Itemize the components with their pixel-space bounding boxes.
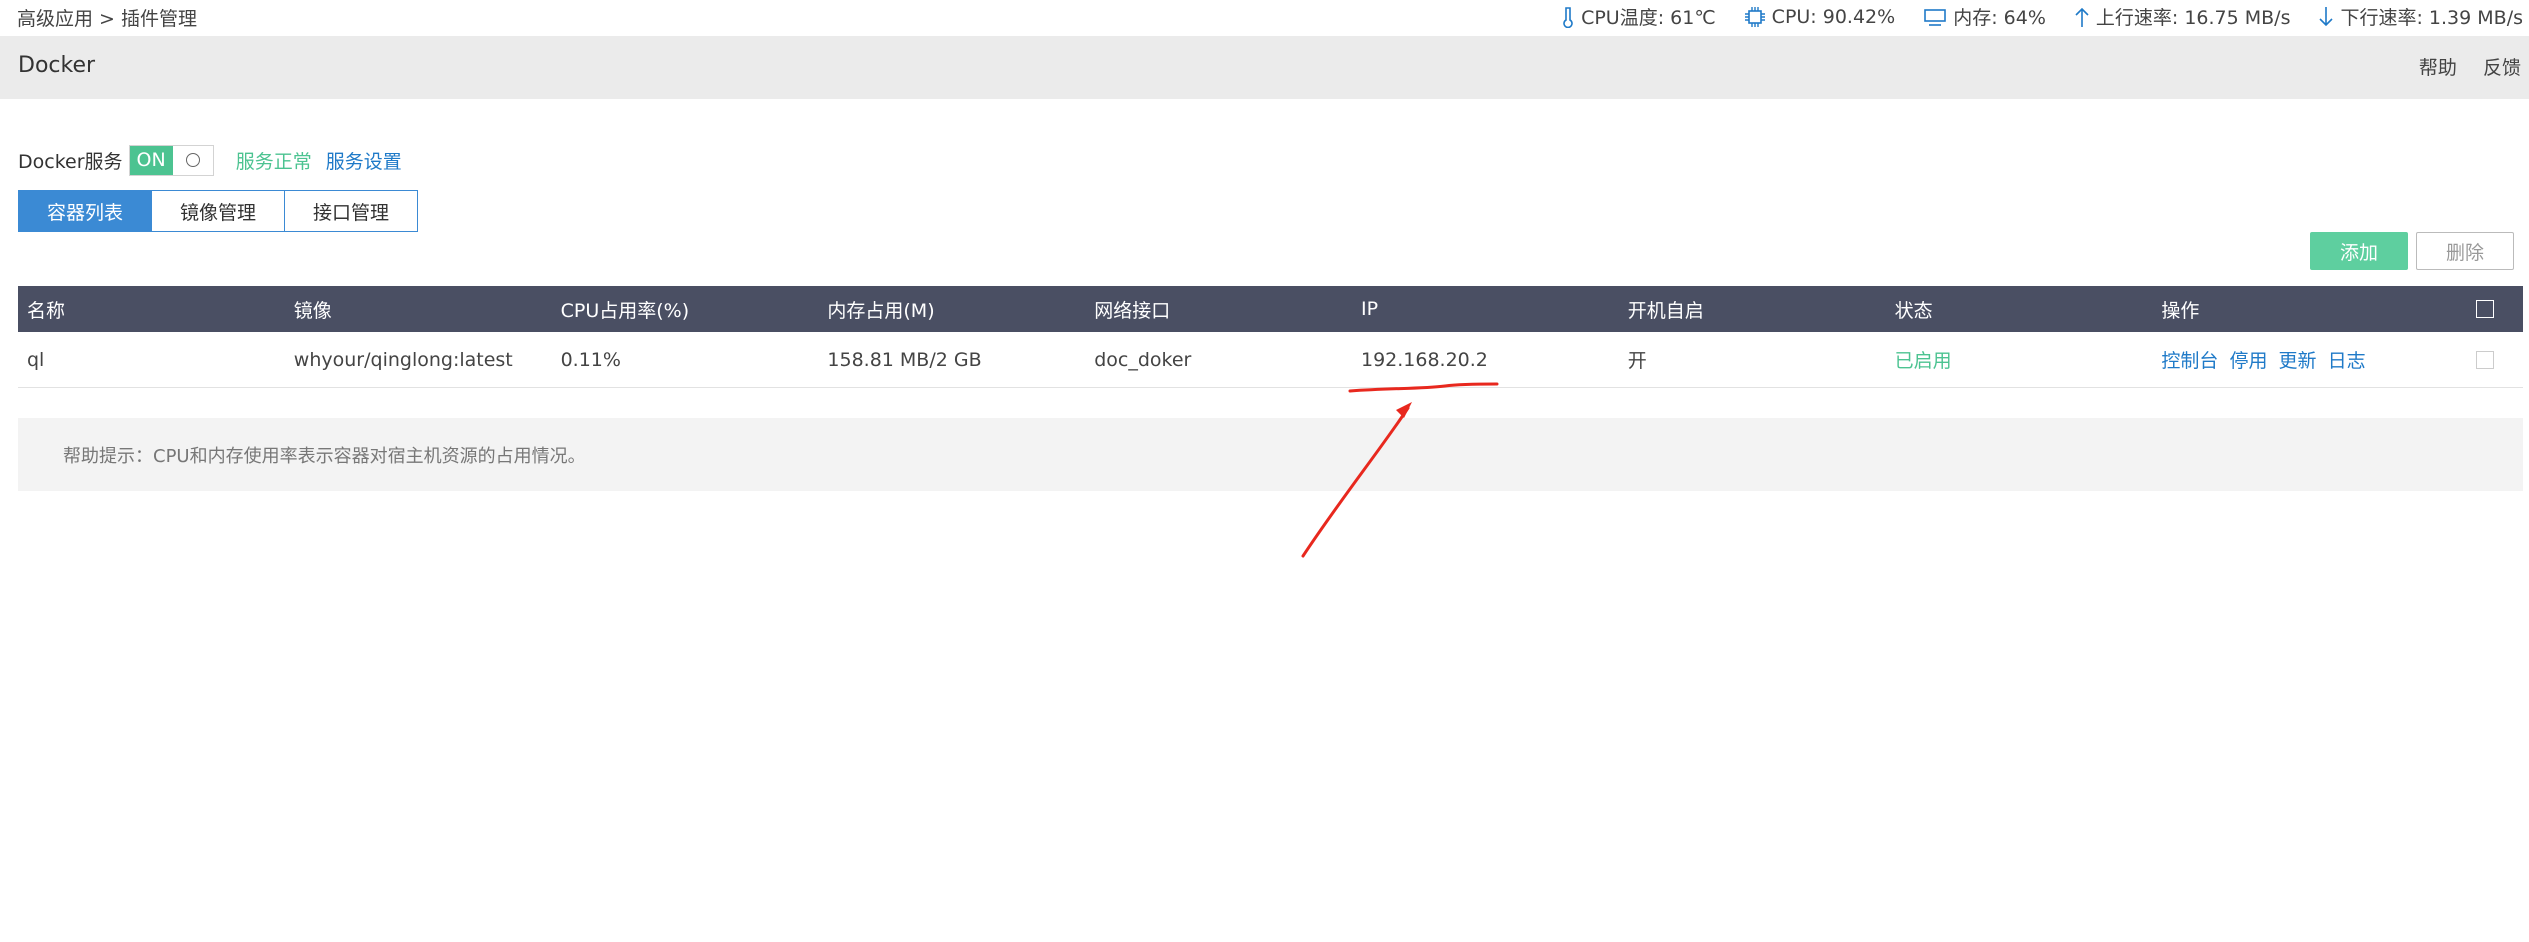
header-ip: IP xyxy=(1360,298,1379,320)
page-title: Docker xyxy=(18,53,96,78)
header-network: 网络接口 xyxy=(1094,299,1171,322)
header-image: 镜像 xyxy=(293,299,332,322)
docker-service-row: Docker服务 ON 服务正常 服务设置 xyxy=(18,144,402,176)
toggle-on-label: ON xyxy=(129,145,173,175)
header-ops: 操作 xyxy=(2161,299,2200,322)
tab-bar: 容器列表 镜像管理 接口管理 xyxy=(18,190,418,232)
header-memory: 内存占用(M) xyxy=(827,299,935,322)
header-state: 状态 xyxy=(1894,299,1933,322)
tab-container-list[interactable]: 容器列表 xyxy=(19,191,151,231)
download-status: 下行速率: 1.39 MB/s xyxy=(2318,3,2523,30)
header-cpu: CPU占用率(%) xyxy=(560,299,690,322)
help-tip-box: 帮助提示：CPU和内存使用率表示容器对宿主机资源的占用情况。 xyxy=(18,418,2523,491)
header-name: 名称 xyxy=(27,299,66,322)
add-button[interactable]: 添加 xyxy=(2310,232,2408,270)
thermometer-icon xyxy=(1563,6,1573,28)
service-status-text: 服务正常 xyxy=(235,150,312,173)
log-link[interactable]: 日志 xyxy=(2328,350,2366,372)
container-table: 名称 镜像 CPU占用率(%) 内存占用(M) 网络接口 IP 开机自启 状态 … xyxy=(18,286,2523,388)
tab-interface-management[interactable]: 接口管理 xyxy=(284,191,417,231)
system-status: CPU温度: 61℃ CPU: 90.42% 内存: 64% 上行速率: 16.… xyxy=(1561,3,2523,30)
download-text: 下行速率: 1.39 MB/s xyxy=(2340,7,2523,29)
cpu-temp-status: CPU温度: 61℃ xyxy=(1561,3,1716,30)
upload-text: 上行速率: 16.75 MB/s xyxy=(2095,7,2291,29)
cell-ops: 控制台 停用 更新 日志 xyxy=(2152,346,2439,373)
table-header: 名称 镜像 CPU占用率(%) 内存占用(M) 网络接口 IP 开机自启 状态 … xyxy=(18,286,2523,332)
cell-ip: 192.168.20.2 xyxy=(1360,348,1488,371)
chip-icon xyxy=(1744,6,1765,27)
memory-status: 内存: 64% xyxy=(1923,3,2046,30)
header-links: 帮助 反馈 xyxy=(2399,53,2521,80)
tab-image-management[interactable]: 镜像管理 xyxy=(151,191,284,231)
console-link[interactable]: 控制台 xyxy=(2161,350,2218,372)
docker-service-label: Docker服务 xyxy=(18,150,123,173)
help-tip-text: 帮助提示：CPU和内存使用率表示容器对宿主机资源的占用情况。 xyxy=(63,446,586,467)
help-link[interactable]: 帮助 xyxy=(2419,57,2457,79)
delete-button[interactable]: 删除 xyxy=(2416,232,2514,270)
arrow-down-icon xyxy=(2319,6,2334,26)
memory-text: 内存: 64% xyxy=(1953,7,2046,29)
cell-name: ql xyxy=(27,348,45,371)
cpu-usage-status: CPU: 90.42% xyxy=(1744,5,1896,28)
update-link[interactable]: 更新 xyxy=(2279,350,2317,372)
toggle-knob xyxy=(172,145,213,175)
header-autostart: 开机自启 xyxy=(1627,299,1704,322)
cell-state: 已启用 xyxy=(1894,350,1952,372)
arrowhead-annotation xyxy=(1396,402,1412,418)
cell-cpu: 0.11% xyxy=(560,348,621,371)
cell-network: doc_doker xyxy=(1094,348,1192,371)
upload-status: 上行速率: 16.75 MB/s xyxy=(2074,3,2291,30)
table-row: ql whyour/qinglong:latest 0.11% 158.81 M… xyxy=(18,332,2523,388)
cpu-temp-text: CPU温度: 61℃ xyxy=(1581,7,1716,29)
select-all-checkbox[interactable] xyxy=(2476,300,2495,318)
service-settings-link[interactable]: 服务设置 xyxy=(326,147,402,174)
page-header: Docker 帮助 反馈 xyxy=(0,36,2529,99)
row-select-cell xyxy=(2439,350,2523,369)
cell-memory: 158.81 MB/2 GB xyxy=(827,348,982,371)
top-status-bar: 高级应用 > 插件管理 CPU温度: 61℃ CPU: 90.42% 内存: 6… xyxy=(0,0,2529,36)
cell-autostart: 开 xyxy=(1627,350,1647,372)
stop-link[interactable]: 停用 xyxy=(2229,350,2267,372)
arrow-up-icon xyxy=(2075,7,2089,27)
row-checkbox[interactable] xyxy=(2476,350,2495,369)
cell-image: whyour/qinglong:latest xyxy=(293,348,513,371)
select-all-cell xyxy=(2439,300,2523,318)
circle-icon xyxy=(185,153,200,167)
cpu-usage-text: CPU: 90.42% xyxy=(1771,5,1896,28)
docker-service-toggle[interactable]: ON xyxy=(128,144,214,176)
breadcrumb: 高级应用 > 插件管理 xyxy=(17,8,197,30)
feedback-link[interactable]: 反馈 xyxy=(2483,57,2521,79)
monitor-icon xyxy=(1924,8,1947,26)
